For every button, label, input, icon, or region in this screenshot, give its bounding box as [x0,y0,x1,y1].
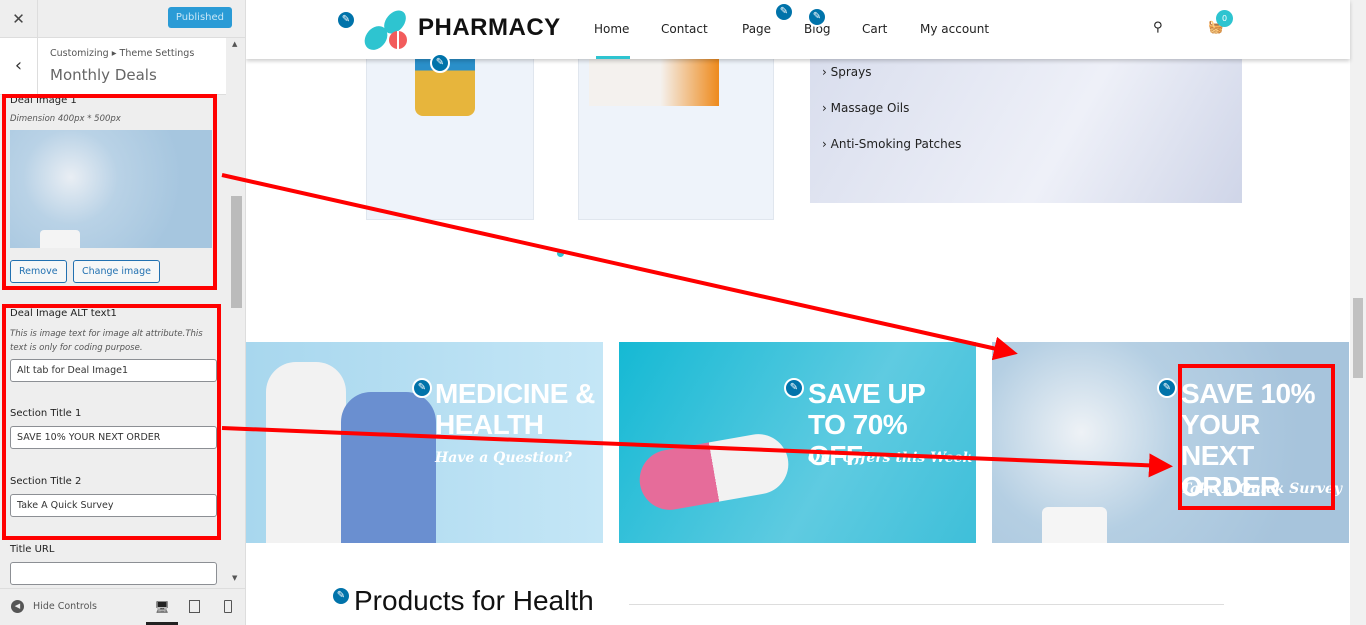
site-preview: ✎ PHARMACY Home Contact Page Blog Cart M… [246,0,1366,625]
customizer-sidebar: ✕ Published ‹ Customizing ▸ Theme Settin… [0,0,246,625]
banner-title: MEDICINE & HEALTH [435,378,595,440]
category-sprays[interactable]: › Sprays [822,65,872,79]
cart-count-badge: 0 [1216,10,1233,27]
hide-controls-label: Hide Controls [33,601,97,612]
edit-banner-icon[interactable]: ✎ [412,378,432,398]
doctor-image [266,362,346,543]
product-image [589,51,719,106]
pill-bottle-image [1042,507,1107,543]
scrollbar-thumb[interactable] [231,196,242,308]
edit-menu-icon[interactable]: ✎ [774,2,794,22]
customizer-footer: ◀ Hide Controls 🖥 [0,588,246,625]
nurse-image [341,392,436,543]
edit-menu-icon[interactable]: ✎ [807,7,827,27]
mobile-preview-icon[interactable] [224,600,232,613]
search-icon[interactable]: ⚲ [1153,20,1163,35]
deal-banner-1[interactable]: ✎ MEDICINE & HEALTH Have a Question? [246,342,603,543]
back-button[interactable]: ‹ [0,38,38,95]
menu-contact[interactable]: Contact [661,22,708,36]
scroll-down-icon[interactable]: ▼ [232,574,237,582]
close-customizer-button[interactable]: ✕ [0,0,38,38]
annotation-box-banner [1178,364,1335,510]
section-header: ‹ Customizing ▸ Theme Settings Monthly D… [0,38,226,95]
edit-banner-icon[interactable]: ✎ [784,378,804,398]
preview-scrollbar[interactable] [1350,0,1366,625]
breadcrumb: Customizing ▸ Theme Settings [50,48,195,59]
collapse-icon: ◀ [11,600,24,613]
banner-subtitle: Have a Question? [435,450,572,466]
pharmacy-logo [364,10,407,50]
category-anti-smoking[interactable]: › Anti-Smoking Patches [822,137,961,151]
page-title: Monthly Deals [50,66,157,84]
banner-subtitle: Our Offers this Week [808,450,973,466]
menu-home[interactable]: Home [594,22,629,36]
edit-heading-icon[interactable]: ✎ [331,586,351,606]
slider-dot[interactable] [557,250,564,257]
capsule-image [634,429,794,515]
active-menu-indicator [596,56,630,59]
customizer-topbar: ✕ Published [0,0,245,38]
section-heading: Products for Health [354,585,594,616]
site-brand[interactable]: PHARMACY [418,14,561,42]
edit-product-icon[interactable]: ✎ [430,53,450,73]
deal-banner-2[interactable]: ✎ SAVE UP TO 70% OFF Our Offers this Wee… [619,342,976,543]
tablet-preview-icon[interactable] [189,600,200,613]
annotation-box-image [2,94,217,290]
preview-scrollbar-thumb[interactable] [1353,298,1363,378]
hide-controls-button[interactable]: ◀ Hide Controls [11,600,97,613]
desktop-preview-icon[interactable]: 🖥 [146,589,178,625]
published-button[interactable]: Published [167,7,232,28]
site-header: ✎ PHARMACY Home Contact Page Blog Cart M… [246,0,1350,59]
title-url-label: Title URL [10,544,55,555]
deal-banner-3[interactable]: ✎ SAVE 10% YOUR NEXT ORDER Take A Quick … [992,342,1349,543]
menu-my-account[interactable]: My account [920,22,989,36]
heading-divider [629,604,1224,605]
title-url-input[interactable] [10,562,217,585]
sidebar-scrollbar[interactable]: ▲ ▼ [229,38,243,588]
edit-banner-icon[interactable]: ✎ [1157,378,1177,398]
annotation-box-fields [2,304,221,540]
category-massage-oils[interactable]: › Massage Oils [822,101,909,115]
menu-page[interactable]: Page [742,22,771,36]
edit-logo-icon[interactable]: ✎ [336,10,356,30]
menu-cart[interactable]: Cart [862,22,887,36]
scroll-up-icon[interactable]: ▲ [232,40,237,48]
